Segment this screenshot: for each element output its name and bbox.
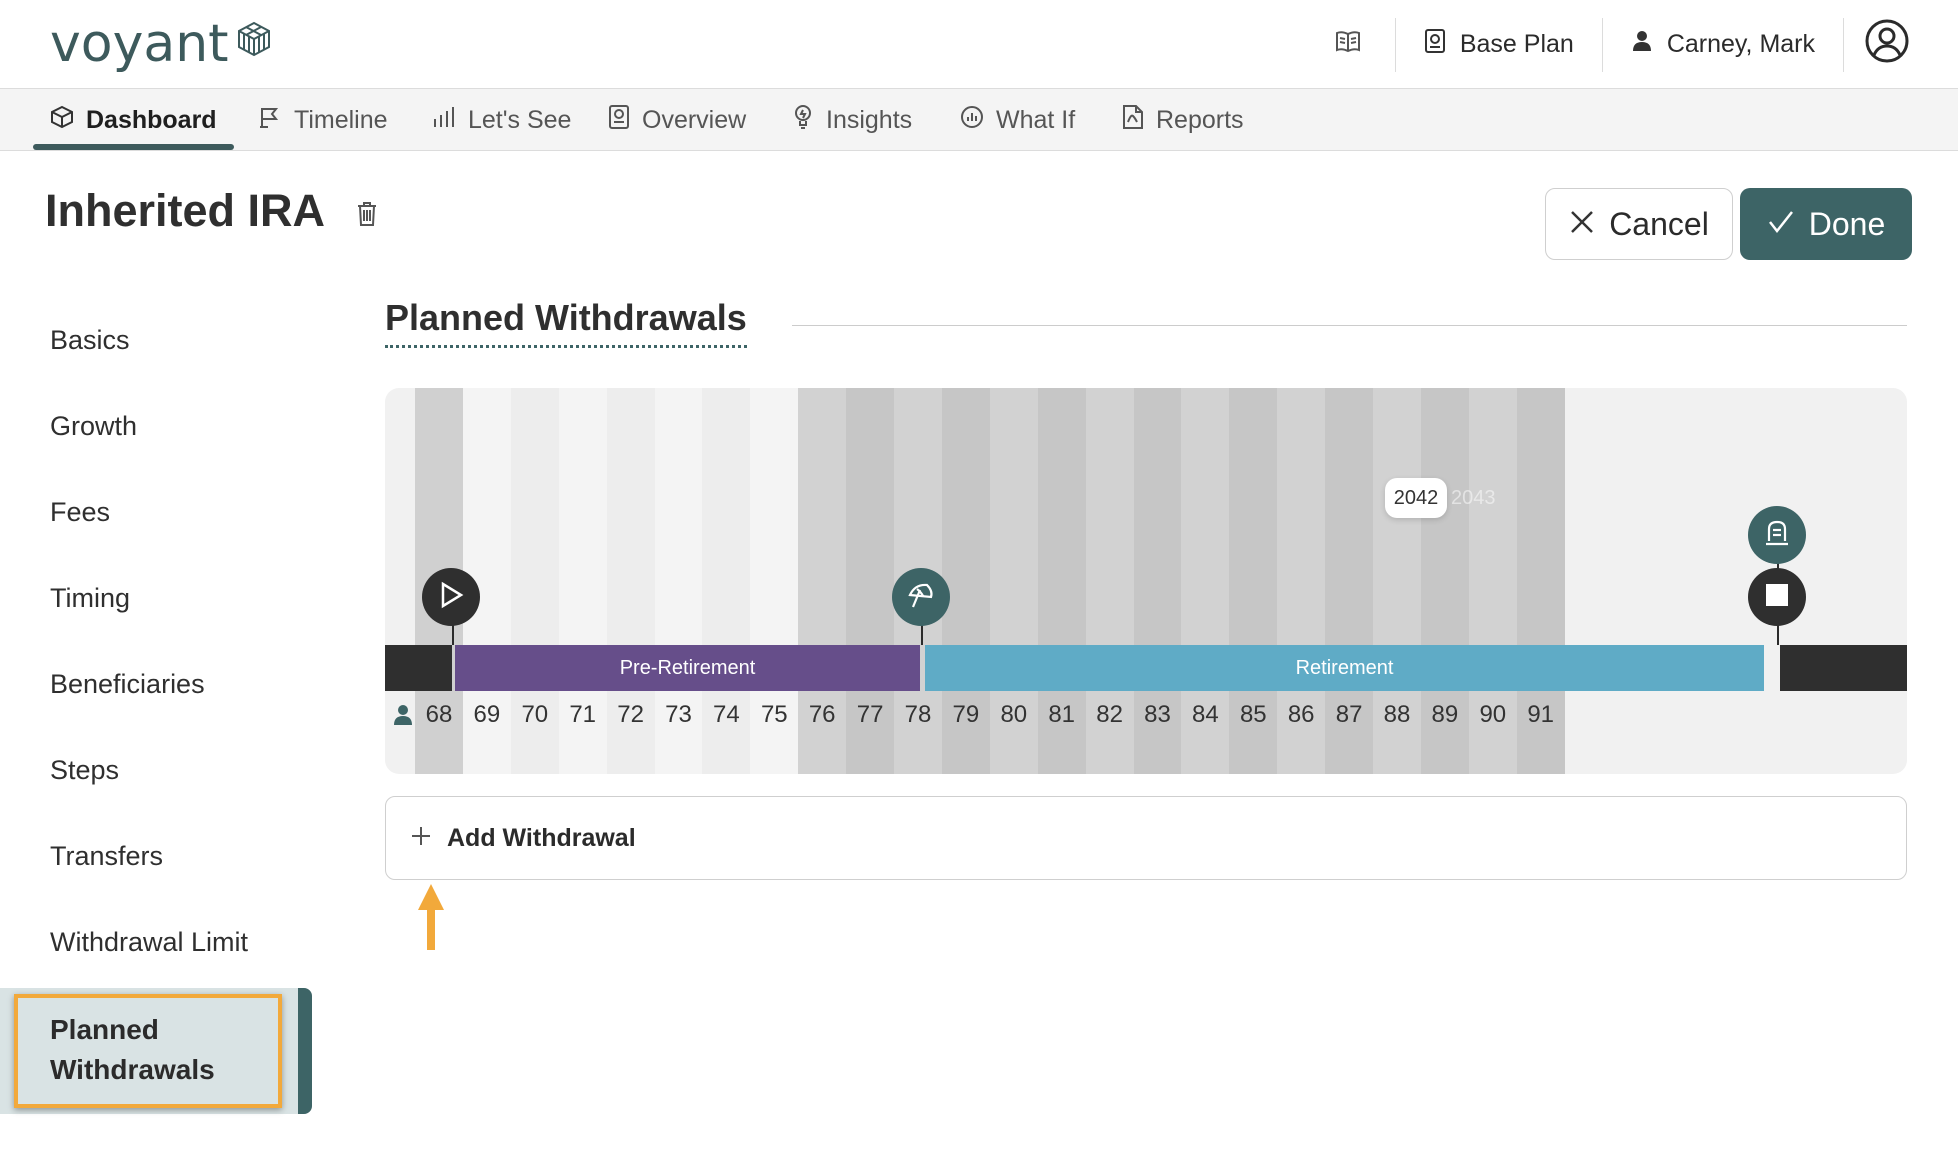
- tab-label: Overview: [642, 105, 747, 134]
- tab-insights[interactable]: Insights: [792, 89, 912, 151]
- sidebar-item-fees[interactable]: Fees: [50, 497, 110, 528]
- tab-label: Reports: [1156, 105, 1244, 134]
- header-actions: Base Plan Carney, Mark: [1307, 0, 1958, 89]
- sidebar-item-transfers[interactable]: Transfers: [50, 841, 163, 872]
- life-expectancy-marker[interactable]: [1748, 506, 1806, 564]
- page-title: Inherited IRA: [45, 185, 326, 236]
- section-divider: [792, 325, 1907, 326]
- sidebar-item-timing[interactable]: Timing: [50, 583, 130, 614]
- tab-overview[interactable]: Overview: [608, 89, 746, 151]
- plan-document-icon: [1424, 28, 1446, 61]
- sidebar-item-planned-withdrawals[interactable]: Planned Withdrawals: [0, 988, 312, 1114]
- tab-lets-see[interactable]: Let's See: [432, 89, 571, 151]
- open-book-icon: [1335, 29, 1361, 60]
- sidebar-item-label: Planned Withdrawals: [50, 1014, 215, 1085]
- tab-dashboard[interactable]: Dashboard: [50, 89, 217, 151]
- add-withdrawal-button[interactable]: Add Withdrawal: [385, 796, 1907, 880]
- cancel-button[interactable]: Cancel: [1545, 188, 1733, 260]
- tombstone-icon: [1764, 519, 1790, 552]
- main-nav: Dashboard Timeline Let's See Overview In…: [0, 89, 1958, 151]
- section-title: Planned Withdrawals: [385, 297, 747, 348]
- sidebar-item-steps[interactable]: Steps: [50, 755, 119, 786]
- year-tooltip: 2042: [1385, 478, 1447, 518]
- account-avatar-button[interactable]: [1844, 0, 1958, 89]
- tab-label: Dashboard: [86, 105, 217, 134]
- bar-chart-icon: [432, 105, 456, 136]
- done-button[interactable]: Done: [1740, 188, 1912, 260]
- add-withdrawal-label: Add Withdrawal: [447, 823, 636, 852]
- sidebar-item-basics[interactable]: Basics: [50, 325, 130, 356]
- tab-label: What If: [996, 105, 1076, 134]
- tab-label: Let's See: [468, 105, 572, 134]
- beach-umbrella-icon: [907, 581, 935, 614]
- account-circle-icon: [1864, 18, 1910, 71]
- user-icon: [1631, 30, 1653, 59]
- trash-icon[interactable]: [356, 200, 378, 233]
- tab-what-if[interactable]: What If: [960, 89, 1075, 151]
- overview-document-icon: [608, 104, 630, 137]
- stop-icon: [1764, 582, 1790, 613]
- cancel-label: Cancel: [1609, 205, 1709, 242]
- start-marker[interactable]: [422, 568, 480, 626]
- sidebar-item-withdrawal-limit[interactable]: Withdrawal Limit: [50, 927, 248, 958]
- base-plan-label: Base Plan: [1459, 30, 1574, 58]
- help-book-button[interactable]: [1307, 0, 1395, 89]
- what-if-gauge-icon: [960, 105, 984, 136]
- voyant-logo[interactable]: voyant: [50, 14, 273, 74]
- base-plan-button[interactable]: Base Plan: [1396, 0, 1602, 89]
- checkmark-icon: [1767, 206, 1795, 243]
- pdf-report-icon: [1122, 104, 1144, 137]
- lightbulb-icon: [792, 104, 814, 137]
- withdrawal-timeline[interactable]: 68 69 70 71 72 73 74 75 76 77 78 79 80 81 82 83 84 85 86 87…: [385, 388, 1907, 774]
- pointer-arrow-icon: [416, 882, 446, 957]
- user-name-label: Carney, Mark: [1666, 30, 1815, 58]
- top-header: voyant Base Plan Carney, Mark: [0, 0, 1958, 89]
- person-icon: [393, 704, 413, 731]
- dashboard-cube-icon: [50, 105, 74, 136]
- play-icon: [438, 581, 464, 614]
- year-tooltip-next: 2043: [1451, 486, 1496, 509]
- tab-reports[interactable]: Reports: [1122, 89, 1244, 151]
- retirement-label: Retirement: [1295, 656, 1394, 679]
- tab-label: Insights: [826, 105, 913, 134]
- sidebar-item-beneficiaries[interactable]: Beneficiaries: [50, 669, 205, 700]
- retirement-marker[interactable]: [892, 568, 950, 626]
- logo-text: voyant: [50, 14, 229, 74]
- flag-icon: [258, 105, 282, 136]
- active-tab-indicator: [33, 144, 234, 150]
- user-menu-button[interactable]: Carney, Mark: [1603, 0, 1843, 89]
- post-end-band: [1780, 645, 1907, 691]
- active-item-indicator: [298, 988, 312, 1114]
- logo-cube-icon: [235, 20, 273, 63]
- age-label: 91: [1527, 701, 1555, 728]
- pre-retirement-label: Pre-Retirement: [619, 656, 756, 679]
- tab-timeline[interactable]: Timeline: [258, 89, 388, 151]
- plus-icon: [411, 824, 431, 853]
- tab-label: Timeline: [294, 105, 388, 134]
- close-icon: [1569, 206, 1595, 243]
- pre-start-band: [385, 645, 452, 691]
- done-label: Done: [1808, 205, 1886, 242]
- end-marker[interactable]: [1748, 568, 1806, 626]
- sidebar-item-growth[interactable]: Growth: [50, 411, 137, 442]
